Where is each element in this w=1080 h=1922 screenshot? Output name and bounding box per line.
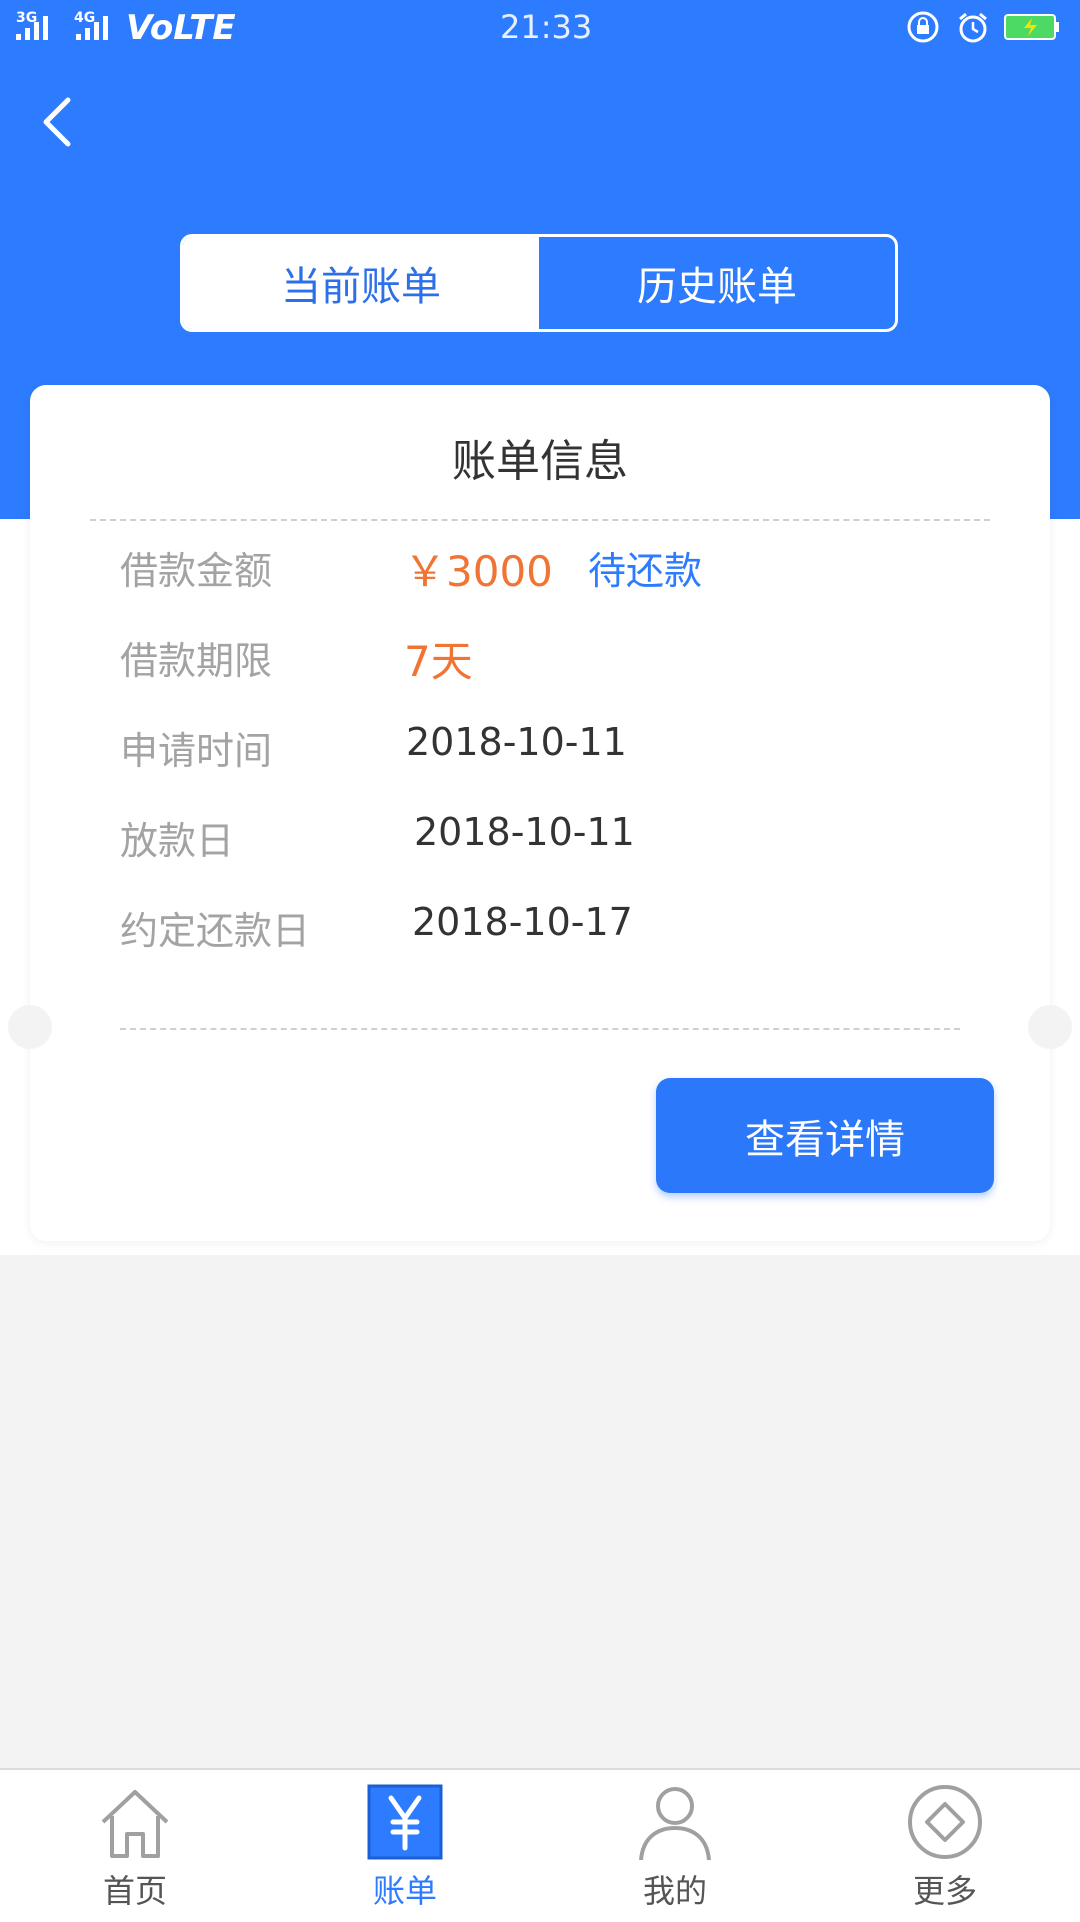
nav-item-mine[interactable]: 我的 — [575, 1770, 775, 1920]
nav-label: 首页 — [102, 1872, 167, 1910]
diamond-icon — [908, 1785, 982, 1859]
divider — [120, 1028, 960, 1030]
row-label: 约定还款日 — [120, 909, 311, 953]
row-label: 放款日 — [120, 819, 235, 863]
home-icon — [101, 1790, 169, 1858]
card-title: 账单信息 — [452, 436, 628, 487]
disburse-date-value: 2018-10-11 — [414, 810, 635, 854]
nav-item-bill[interactable]: 账单 — [305, 1770, 505, 1920]
network-type: VoLTE — [126, 8, 236, 48]
alarm-icon — [959, 12, 987, 43]
nav-item-home[interactable]: 首页 — [35, 1770, 235, 1920]
tab-history-bill[interactable]: 历史账单 — [539, 237, 895, 329]
row-label: 借款金额 — [120, 549, 273, 593]
back-button[interactable] — [34, 92, 84, 152]
row-label: 借款期限 — [120, 639, 273, 683]
nav-label: 我的 — [642, 1872, 707, 1910]
nav-item-more[interactable]: 更多 — [845, 1770, 1045, 1920]
divider — [90, 519, 990, 521]
yen-icon — [367, 1784, 443, 1860]
bill-info-card: 账单信息 借款金额 ￥3000 待还款 借款期限 7天 申请时间 2018-10… — [8, 385, 1072, 1241]
card-notch — [8, 1005, 52, 1049]
bottom-nav: 首页 账单 我的 更多 — [0, 1768, 1080, 1922]
nav-label: 账单 — [372, 1872, 437, 1910]
signal-bars-icon — [76, 14, 108, 40]
loan-amount-value: ￥3000 — [404, 547, 553, 596]
signal-bars-icon — [16, 14, 48, 40]
bill-tabs: 当前账单 历史账单 — [180, 234, 898, 332]
view-details-button[interactable]: 查看详情 — [656, 1078, 994, 1193]
battery-icon — [1004, 14, 1059, 40]
status-bar: 3G 4G VoLTE 21:33 — [0, 0, 1080, 56]
loan-term-value: 7天 — [404, 637, 473, 686]
card-notch — [1028, 1005, 1072, 1049]
nav-label: 更多 — [912, 1872, 977, 1910]
apply-date-value: 2018-10-11 — [406, 720, 627, 764]
row-label: 申请时间 — [120, 729, 273, 773]
status-time: 21:33 — [500, 8, 593, 46]
rotation-lock-icon — [907, 11, 939, 43]
tab-current-bill[interactable]: 当前账单 — [183, 237, 539, 329]
status-badge: 待还款 — [588, 549, 703, 593]
due-date-value: 2018-10-17 — [412, 900, 633, 944]
user-icon — [639, 1787, 711, 1860]
